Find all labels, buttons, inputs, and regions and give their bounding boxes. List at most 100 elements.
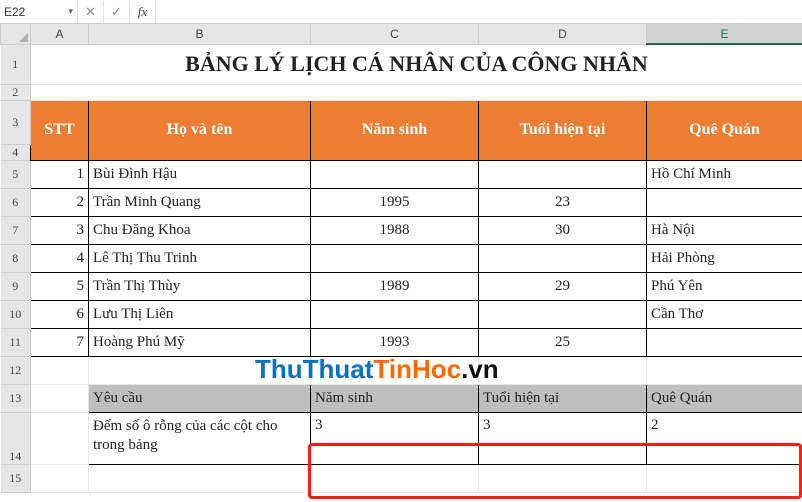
cell-stt[interactable]: 5 bbox=[31, 272, 89, 300]
cell-quequan[interactable]: Hà Nội bbox=[647, 216, 802, 244]
cell-stt[interactable]: 4 bbox=[31, 244, 89, 272]
row-header[interactable]: 11 bbox=[1, 328, 31, 356]
row-header[interactable]: 5 bbox=[1, 160, 31, 188]
cell-hoten[interactable]: Trần Thị Thùy bbox=[89, 272, 311, 300]
cell-stt[interactable]: 7 bbox=[31, 328, 89, 356]
table-row: 5 1 Bùi Đình Hậu Hồ Chí Minh bbox=[1, 160, 802, 188]
cell-namsinh[interactable]: 1989 bbox=[311, 272, 479, 300]
chevron-down-icon[interactable]: ▾ bbox=[68, 6, 73, 17]
cell-stt[interactable]: 3 bbox=[31, 216, 89, 244]
th-namsinh: Năm sinh bbox=[311, 100, 479, 160]
cell-tuoi[interactable]: 25 bbox=[479, 328, 647, 356]
formula-input[interactable] bbox=[156, 1, 802, 23]
table-row: 8 4 Lê Thị Thu Trinh Hải Phòng bbox=[1, 244, 802, 272]
cell-quequan[interactable] bbox=[647, 328, 802, 356]
summary-count-namsinh[interactable]: 3 bbox=[311, 412, 479, 464]
cell[interactable] bbox=[89, 356, 311, 384]
cell-hoten[interactable]: Chu Đăng Khoa bbox=[89, 216, 311, 244]
cell[interactable] bbox=[647, 464, 802, 492]
cell-hoten[interactable]: Lê Thị Thu Trinh bbox=[89, 244, 311, 272]
cell[interactable] bbox=[31, 84, 802, 100]
cell-namsinh[interactable] bbox=[311, 160, 479, 188]
col-header[interactable]: D bbox=[479, 24, 647, 44]
cancel-icon: ✕ bbox=[78, 1, 104, 23]
cell-namsinh[interactable] bbox=[311, 300, 479, 328]
row-header[interactable]: 7 bbox=[1, 216, 31, 244]
cell-hoten[interactable]: Bùi Đình Hậu bbox=[89, 160, 311, 188]
spreadsheet-grid[interactable]: A B C D E 1 BẢNG LÝ LỊCH CÁ NHÂN CỦA CÔN… bbox=[0, 24, 802, 493]
cell[interactable] bbox=[31, 356, 89, 384]
cell[interactable] bbox=[647, 356, 802, 384]
row-header[interactable]: 13 bbox=[1, 384, 31, 412]
row-header[interactable]: 3 bbox=[1, 100, 31, 144]
row-header[interactable]: 2 bbox=[1, 84, 31, 100]
table-row: 11 7 Hoàng Phú Mỹ 1993 25 bbox=[1, 328, 802, 356]
cell-namsinh[interactable]: 1993 bbox=[311, 328, 479, 356]
page-title: BẢNG LÝ LỊCH CÁ NHÂN CỦA CÔNG NHÂN bbox=[31, 44, 802, 84]
cell-tuoi[interactable] bbox=[479, 160, 647, 188]
table-row: 9 5 Trần Thị Thùy 1989 29 Phú Yên bbox=[1, 272, 802, 300]
cell-tuoi[interactable]: 23 bbox=[479, 188, 647, 216]
row-header[interactable]: 6 bbox=[1, 188, 31, 216]
column-headers[interactable]: A B C D E bbox=[1, 24, 802, 44]
th-stt: STT bbox=[31, 100, 89, 160]
row-header[interactable]: 9 bbox=[1, 272, 31, 300]
cell-quequan[interactable]: Phú Yên bbox=[647, 272, 802, 300]
summary-label-quequan[interactable]: Quê Quán bbox=[647, 384, 802, 412]
summary-count-tuoi[interactable]: 3 bbox=[479, 412, 647, 464]
cell-namsinh[interactable]: 1988 bbox=[311, 216, 479, 244]
cell-quequan[interactable] bbox=[647, 188, 802, 216]
name-box-value: E22 bbox=[4, 5, 25, 19]
table-row: 7 3 Chu Đăng Khoa 1988 30 Hà Nội bbox=[1, 216, 802, 244]
table-row: 10 6 Lưu Thị Liên Cần Thơ bbox=[1, 300, 802, 328]
cell-tuoi[interactable] bbox=[479, 300, 647, 328]
col-header[interactable]: B bbox=[89, 24, 311, 44]
summary-label-namsinh[interactable]: Năm sinh bbox=[311, 384, 479, 412]
cell-hoten[interactable]: Trần Minh Quang bbox=[89, 188, 311, 216]
cell[interactable] bbox=[31, 464, 89, 492]
confirm-icon: ✓ bbox=[104, 1, 130, 23]
cell-tuoi[interactable] bbox=[479, 244, 647, 272]
cell[interactable] bbox=[311, 356, 479, 384]
cell-stt[interactable]: 1 bbox=[31, 160, 89, 188]
cell-tuoi[interactable]: 30 bbox=[479, 216, 647, 244]
cell-tuoi[interactable]: 29 bbox=[479, 272, 647, 300]
cell[interactable] bbox=[31, 384, 89, 412]
row-header[interactable]: 12 bbox=[1, 356, 31, 384]
select-all-corner[interactable] bbox=[1, 24, 31, 44]
th-quequan: Quê Quán bbox=[647, 100, 802, 160]
cell-namsinh[interactable] bbox=[311, 244, 479, 272]
table-row: 6 2 Trần Minh Quang 1995 23 bbox=[1, 188, 802, 216]
summary-desc[interactable]: Đếm số ô rỗng của các cột cho trong bảng bbox=[89, 412, 311, 464]
formula-bar: E22 ▾ ✕ ✓ fx bbox=[0, 0, 802, 24]
row-header[interactable]: 4 bbox=[1, 144, 31, 160]
row-header[interactable]: 14 bbox=[1, 412, 31, 464]
row-header[interactable]: 8 bbox=[1, 244, 31, 272]
col-header[interactable]: C bbox=[311, 24, 479, 44]
cell-hoten[interactable]: Lưu Thị Liên bbox=[89, 300, 311, 328]
cell[interactable] bbox=[89, 464, 311, 492]
cell-quequan[interactable]: Hải Phòng bbox=[647, 244, 802, 272]
cell[interactable] bbox=[479, 464, 647, 492]
cell-namsinh[interactable]: 1995 bbox=[311, 188, 479, 216]
cell[interactable] bbox=[31, 412, 89, 464]
cell-quequan[interactable]: Cần Thơ bbox=[647, 300, 802, 328]
th-hoten: Họ và tên bbox=[89, 100, 311, 160]
th-tuoi: Tuổi hiện tại bbox=[479, 100, 647, 160]
cell-stt[interactable]: 6 bbox=[31, 300, 89, 328]
fx-button[interactable]: fx bbox=[130, 1, 156, 23]
cell-stt[interactable]: 2 bbox=[31, 188, 89, 216]
col-header[interactable]: A bbox=[31, 24, 89, 44]
summary-label-tuoi[interactable]: Tuổi hiện tại bbox=[479, 384, 647, 412]
cell[interactable] bbox=[479, 356, 647, 384]
cell-hoten[interactable]: Hoàng Phú Mỹ bbox=[89, 328, 311, 356]
summary-label-yeucau[interactable]: Yêu cầu bbox=[89, 384, 311, 412]
row-header[interactable]: 10 bbox=[1, 300, 31, 328]
row-header[interactable]: 1 bbox=[1, 44, 31, 84]
name-box[interactable]: E22 ▾ bbox=[0, 1, 78, 23]
row-header[interactable]: 15 bbox=[1, 464, 31, 492]
col-header[interactable]: E bbox=[647, 24, 802, 44]
cell[interactable] bbox=[311, 464, 479, 492]
summary-count-quequan[interactable]: 2 bbox=[647, 412, 802, 464]
cell-quequan[interactable]: Hồ Chí Minh bbox=[647, 160, 802, 188]
